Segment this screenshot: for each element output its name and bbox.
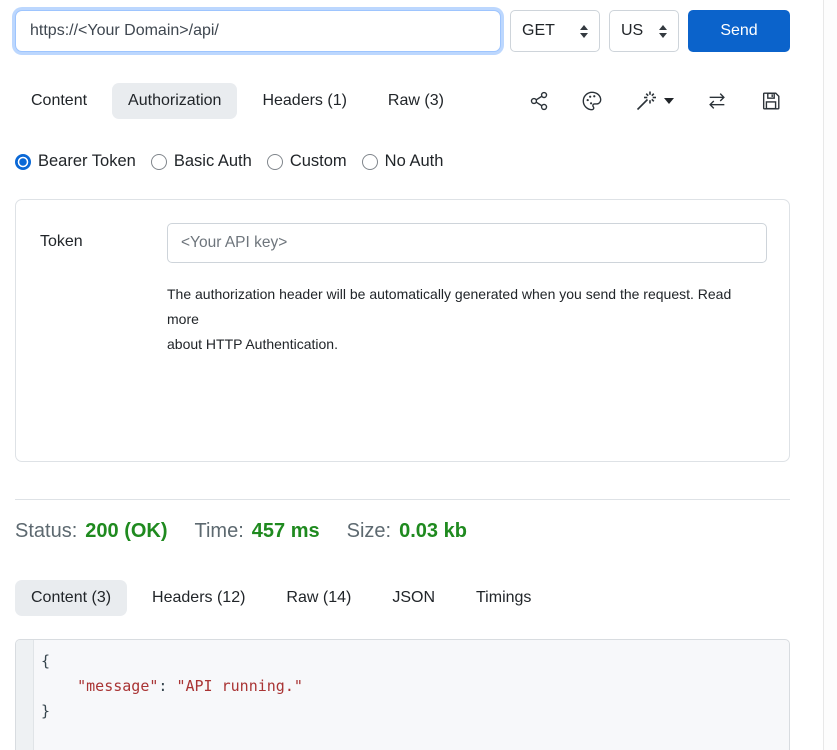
tab-raw[interactable]: Raw (3) xyxy=(372,83,460,119)
code-gutter xyxy=(16,640,34,750)
chevron-down-icon xyxy=(664,98,674,104)
save-icon[interactable] xyxy=(760,90,782,112)
tab-headers[interactable]: Headers (1) xyxy=(246,83,362,119)
request-bar: GET US Send xyxy=(15,10,790,52)
token-help-line1: The authorization header will be automat… xyxy=(167,282,767,332)
response-tabbar: Content (3) Headers (12) Raw (14) JSON T… xyxy=(15,580,790,616)
radio-label: No Auth xyxy=(385,152,444,171)
size-value: 0.03 kb xyxy=(399,520,467,542)
response-json-code[interactable]: { "message": "API running."} xyxy=(34,640,789,750)
size-stat: Size: 0.03 kb xyxy=(347,520,467,543)
page-scrollbar[interactable] xyxy=(823,0,837,750)
resp-tab-json[interactable]: JSON xyxy=(376,580,451,616)
token-label: Token xyxy=(40,223,167,461)
palette-icon[interactable] xyxy=(581,90,603,112)
token-help-line2: about HTTP Authentication. xyxy=(167,332,767,357)
radio-selected-icon xyxy=(15,154,31,170)
magic-wand-icon[interactable] xyxy=(634,89,674,113)
share-icon[interactable] xyxy=(528,90,550,112)
resp-tab-raw[interactable]: Raw (14) xyxy=(270,580,367,616)
radio-unselected-icon xyxy=(362,154,378,170)
resp-tab-headers[interactable]: Headers (12) xyxy=(136,580,261,616)
time-label: Time: xyxy=(195,520,244,542)
size-label: Size: xyxy=(347,520,391,542)
section-divider xyxy=(15,499,790,500)
response-status-row: Status: 200 (OK) Time: 457 ms Size: 0.03 kb xyxy=(15,520,790,543)
swap-requests-icon[interactable] xyxy=(705,90,729,112)
radio-custom[interactable]: Custom xyxy=(267,152,347,171)
request-tabbar: Content Authorization Headers (1) Raw (3… xyxy=(15,83,790,119)
api-client-page: GET US Send Content Authorization Header… xyxy=(15,0,790,750)
radio-label: Custom xyxy=(290,152,347,171)
token-panel: Token The authorization header will be a… xyxy=(15,199,790,462)
region-select[interactable]: US xyxy=(609,10,679,52)
auth-type-options: Bearer Token Basic Auth Custom No Auth xyxy=(15,152,790,171)
radio-unselected-icon xyxy=(151,154,167,170)
status-label: Status: xyxy=(15,520,77,542)
response-body: { "message": "API running."} xyxy=(15,639,790,750)
tab-authorization[interactable]: Authorization xyxy=(112,83,237,119)
time-stat: Time: 457 ms xyxy=(195,520,320,543)
resp-tab-timings[interactable]: Timings xyxy=(460,580,547,616)
radio-basic-auth[interactable]: Basic Auth xyxy=(151,152,252,171)
select-arrows-icon xyxy=(659,25,667,38)
radio-label: Bearer Token xyxy=(38,152,136,171)
token-help-text: The authorization header will be automat… xyxy=(167,282,767,357)
tab-content[interactable]: Content xyxy=(15,83,103,119)
url-input[interactable] xyxy=(15,10,501,52)
radio-bearer-token[interactable]: Bearer Token xyxy=(15,152,136,171)
status-stat: Status: 200 (OK) xyxy=(15,520,168,543)
select-arrows-icon xyxy=(580,25,588,38)
send-button[interactable]: Send xyxy=(688,10,790,52)
method-select[interactable]: GET xyxy=(510,10,600,52)
region-select-value: US xyxy=(621,22,643,40)
resp-tab-content[interactable]: Content (3) xyxy=(15,580,127,616)
radio-no-auth[interactable]: No Auth xyxy=(362,152,444,171)
request-tabs: Content Authorization Headers (1) Raw (3… xyxy=(15,83,460,119)
radio-label: Basic Auth xyxy=(174,152,252,171)
request-toolbar xyxy=(528,89,790,113)
response-tabs: Content (3) Headers (12) Raw (14) JSON T… xyxy=(15,580,547,616)
method-select-value: GET xyxy=(522,22,555,40)
time-value: 457 ms xyxy=(252,520,320,542)
token-input[interactable] xyxy=(167,223,767,263)
status-value: 200 (OK) xyxy=(85,520,167,542)
radio-unselected-icon xyxy=(267,154,283,170)
